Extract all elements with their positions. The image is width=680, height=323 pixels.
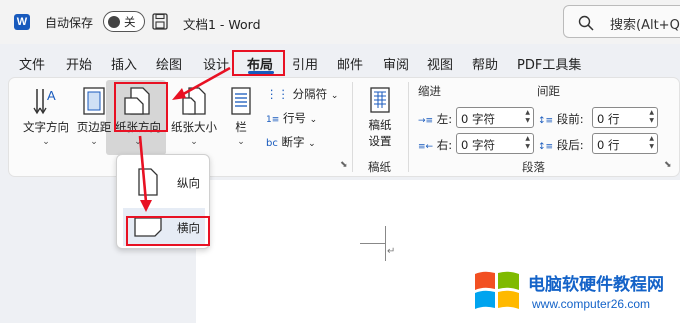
watermark-title: 电脑软硬件教程网	[528, 275, 664, 295]
watermark-url: www.computer26.com	[532, 297, 651, 311]
windows-logo-watermark	[475, 271, 519, 309]
